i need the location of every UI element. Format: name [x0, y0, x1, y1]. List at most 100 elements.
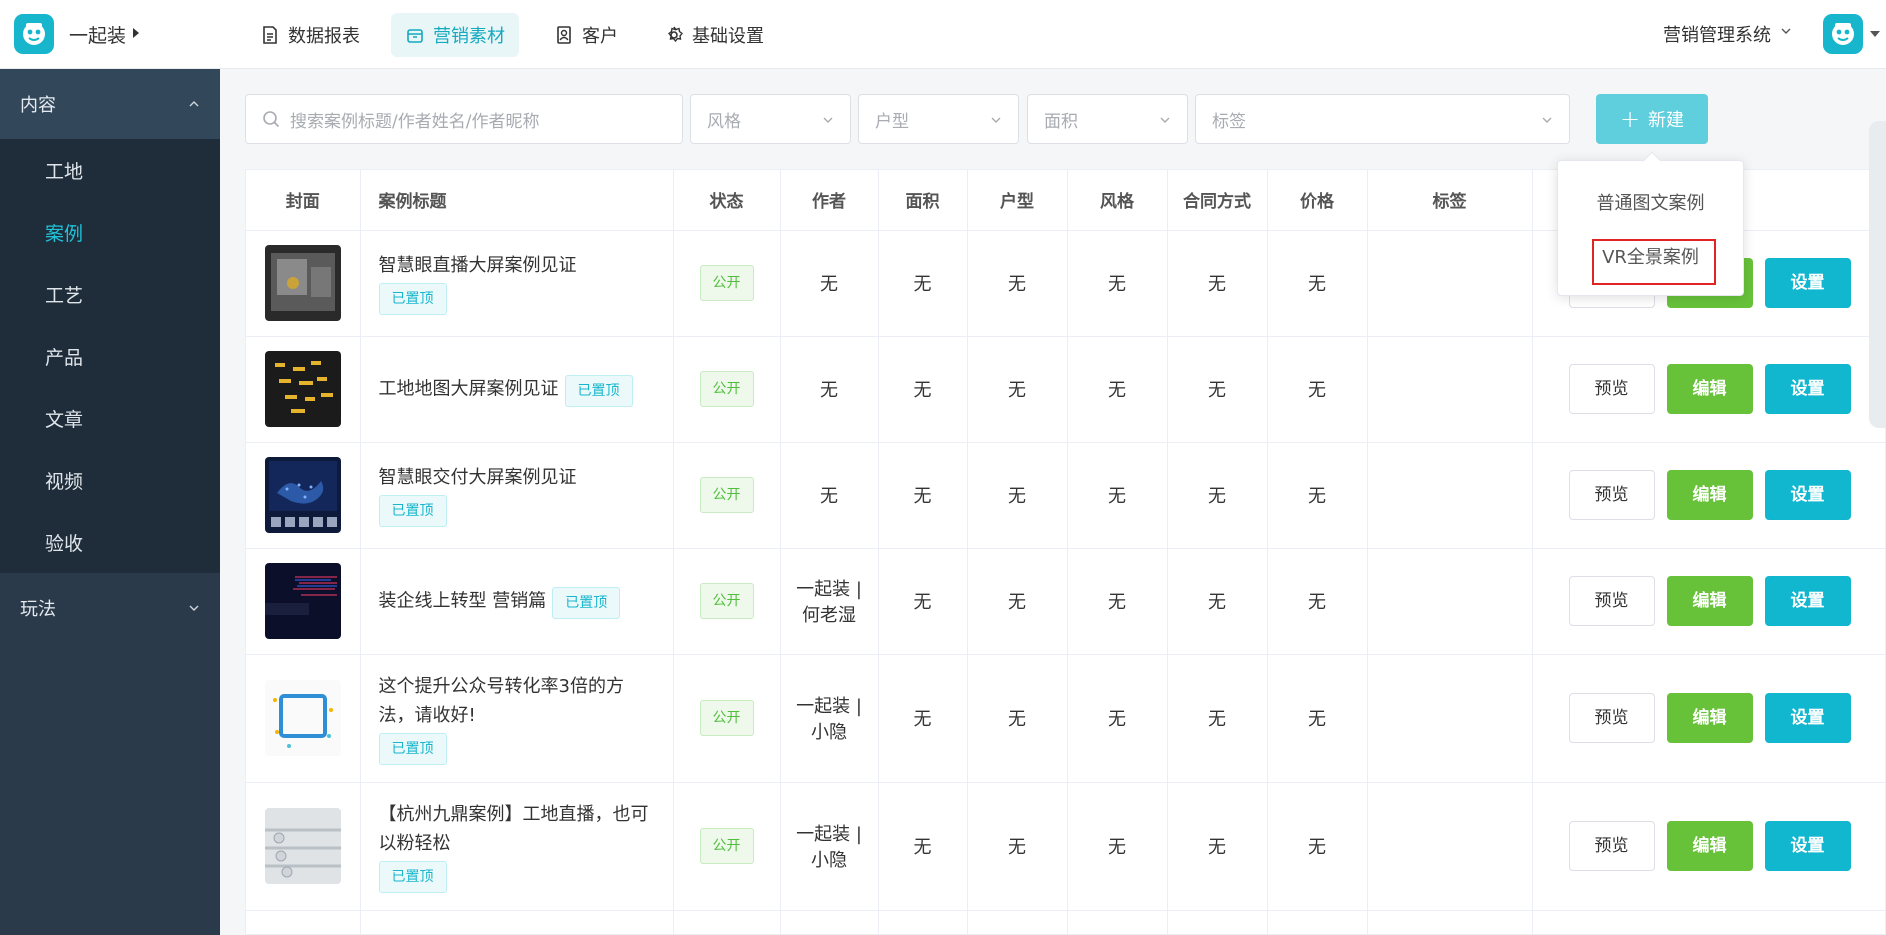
actions-cell: 预览编辑设置: [1532, 782, 1885, 911]
edit-button[interactable]: 编辑: [1666, 693, 1753, 743]
case-title[interactable]: 智慧眼直播大屏案例见证: [379, 251, 673, 280]
sidebar-item-video[interactable]: 视频: [0, 449, 220, 511]
nav-tab-label: 客户: [582, 26, 618, 47]
style-select[interactable]: 风格: [690, 94, 851, 144]
settings-button[interactable]: 设置: [1764, 470, 1851, 520]
mascot-icon: [1832, 23, 1854, 45]
chevron-down-icon: [823, 117, 833, 123]
house-type-cell: 无: [967, 782, 1068, 911]
nav-tab-label: 数据报表: [288, 26, 360, 47]
cover-image[interactable]: [264, 808, 341, 884]
author-name: 一起装 |: [796, 696, 862, 717]
nav-tab-customers[interactable]: 客户: [540, 13, 632, 57]
system-switcher[interactable]: 营销管理系统: [1663, 21, 1771, 47]
preview-button[interactable]: 预览: [1568, 364, 1655, 414]
contract-cell: 无: [1167, 230, 1268, 337]
settings-button[interactable]: 设置: [1764, 576, 1851, 626]
chevron-down-icon[interactable]: [1781, 26, 1791, 36]
sidebar-group-play[interactable]: 玩法: [0, 573, 220, 643]
style-cell: 无: [1067, 230, 1168, 337]
chevron-up-icon: [189, 101, 199, 107]
area-cell: 无: [878, 230, 968, 337]
mascot-icon: [23, 23, 45, 45]
area-select[interactable]: 面积: [1027, 94, 1188, 144]
contract-cell: 无: [1167, 548, 1268, 655]
table-row: [246, 910, 1885, 934]
sidebar-item-case[interactable]: 案例: [0, 201, 220, 263]
column-header: 封面: [246, 170, 361, 231]
chevron-down-icon: [1542, 117, 1552, 123]
brand-name[interactable]: 一起装: [69, 21, 126, 48]
brand-caret-icon[interactable]: [133, 28, 139, 38]
house-type-select[interactable]: 户型: [858, 94, 1019, 144]
actions-cell: 预览编辑设置: [1532, 654, 1885, 783]
nav-tab-reports[interactable]: 数据报表: [246, 13, 374, 57]
tag-cell: [1367, 548, 1533, 655]
preview-button[interactable]: 预览: [1568, 576, 1655, 626]
case-title[interactable]: 工地地图大屏案例见证: [379, 378, 559, 399]
side-float-panel[interactable]: [1869, 121, 1886, 428]
price-cell: 无: [1267, 548, 1368, 655]
author-cell: 无: [780, 442, 879, 549]
menu-item-normal-case[interactable]: 普通图文案例: [1558, 189, 1743, 215]
pinned-badge: 已置顶: [378, 495, 447, 527]
contact-icon: [554, 25, 574, 45]
preview-button[interactable]: 预览: [1568, 821, 1655, 871]
case-title[interactable]: 这个提升公众号转化率3倍的方 法，请收好!: [379, 672, 673, 730]
preview-button[interactable]: 预览: [1568, 693, 1655, 743]
settings-button[interactable]: 设置: [1764, 258, 1851, 308]
sidebar-item-acceptance[interactable]: 验收: [0, 511, 220, 573]
contract-cell: 无: [1167, 654, 1268, 783]
sidebar-item-product[interactable]: 产品: [0, 325, 220, 387]
sidebar-item-label: 工艺: [45, 284, 84, 307]
cover-image[interactable]: [264, 245, 341, 321]
price-cell: 无: [1267, 442, 1368, 549]
settings-button[interactable]: 设置: [1764, 693, 1851, 743]
author-cell: 无: [780, 230, 879, 337]
search-input[interactable]: 搜索案例标题/作者姓名/作者昵称: [245, 94, 683, 144]
sidebar-item-article[interactable]: 文章: [0, 387, 220, 449]
sidebar-group-label: 玩法: [20, 599, 56, 620]
case-title[interactable]: 装企线上转型 营销篇: [379, 590, 547, 611]
new-button[interactable]: + 新建: [1596, 94, 1708, 144]
case-title[interactable]: 【杭州九鼎案例】工地直播，也可 以粉轻松: [379, 800, 673, 858]
sidebar-item-site[interactable]: 工地: [0, 139, 220, 201]
preview-button[interactable]: 预览: [1568, 470, 1655, 520]
nav-tab-settings[interactable]: 基础设置: [650, 13, 778, 57]
edit-button[interactable]: 编辑: [1666, 364, 1753, 414]
sidebar-group-content[interactable]: 内容: [0, 69, 220, 139]
edit-button[interactable]: 编辑: [1666, 470, 1753, 520]
edit-button[interactable]: 编辑: [1666, 576, 1753, 626]
case-title-line: 【杭州九鼎案例】工地直播，也可: [378, 803, 649, 825]
cover-image[interactable]: [264, 351, 341, 427]
sidebar-item-label: 视频: [45, 470, 84, 493]
caret-down-icon[interactable]: [1870, 31, 1880, 37]
cover-image[interactable]: [264, 457, 341, 533]
avatar[interactable]: [1823, 14, 1863, 54]
sidebar-item-craft[interactable]: 工艺: [0, 263, 220, 325]
house-type-cell: 无: [967, 548, 1068, 655]
tag-cell: [1367, 230, 1533, 337]
author-nickname: 小隐: [811, 850, 847, 871]
top-bar: 一起装 数据报表 营销素材 客户 基础设置 营销管理系统: [0, 0, 1886, 69]
cover-image[interactable]: [264, 680, 341, 756]
price-cell: 无: [1267, 336, 1368, 443]
settings-button[interactable]: 设置: [1764, 364, 1851, 414]
settings-button[interactable]: 设置: [1764, 821, 1851, 871]
box-icon: [405, 25, 425, 45]
actions-cell: 预览编辑设置: [1532, 548, 1885, 655]
nav-tab-marketing[interactable]: 营销素材: [391, 13, 519, 57]
area-cell: 无: [878, 548, 968, 655]
select-placeholder: 户型: [875, 111, 909, 132]
case-title-line: 法，请收好!: [378, 704, 476, 726]
author-cell: 一起装 | 小隐: [780, 654, 879, 783]
sidebar-item-label: 验收: [45, 532, 84, 555]
brand-logo[interactable]: [14, 14, 54, 54]
table-row: 工地地图大屏案例见证 已置顶 公开 无 无 无 无 无 无 预览 编辑 设置: [246, 336, 1885, 443]
case-title[interactable]: 智慧眼交付大屏案例见证: [379, 463, 673, 492]
column-header: 风格: [1067, 170, 1168, 231]
tag-select[interactable]: 标签: [1195, 94, 1570, 144]
sidebar-item-label: 工地: [45, 160, 84, 183]
cover-image[interactable]: [264, 563, 341, 639]
edit-button[interactable]: 编辑: [1666, 821, 1753, 871]
